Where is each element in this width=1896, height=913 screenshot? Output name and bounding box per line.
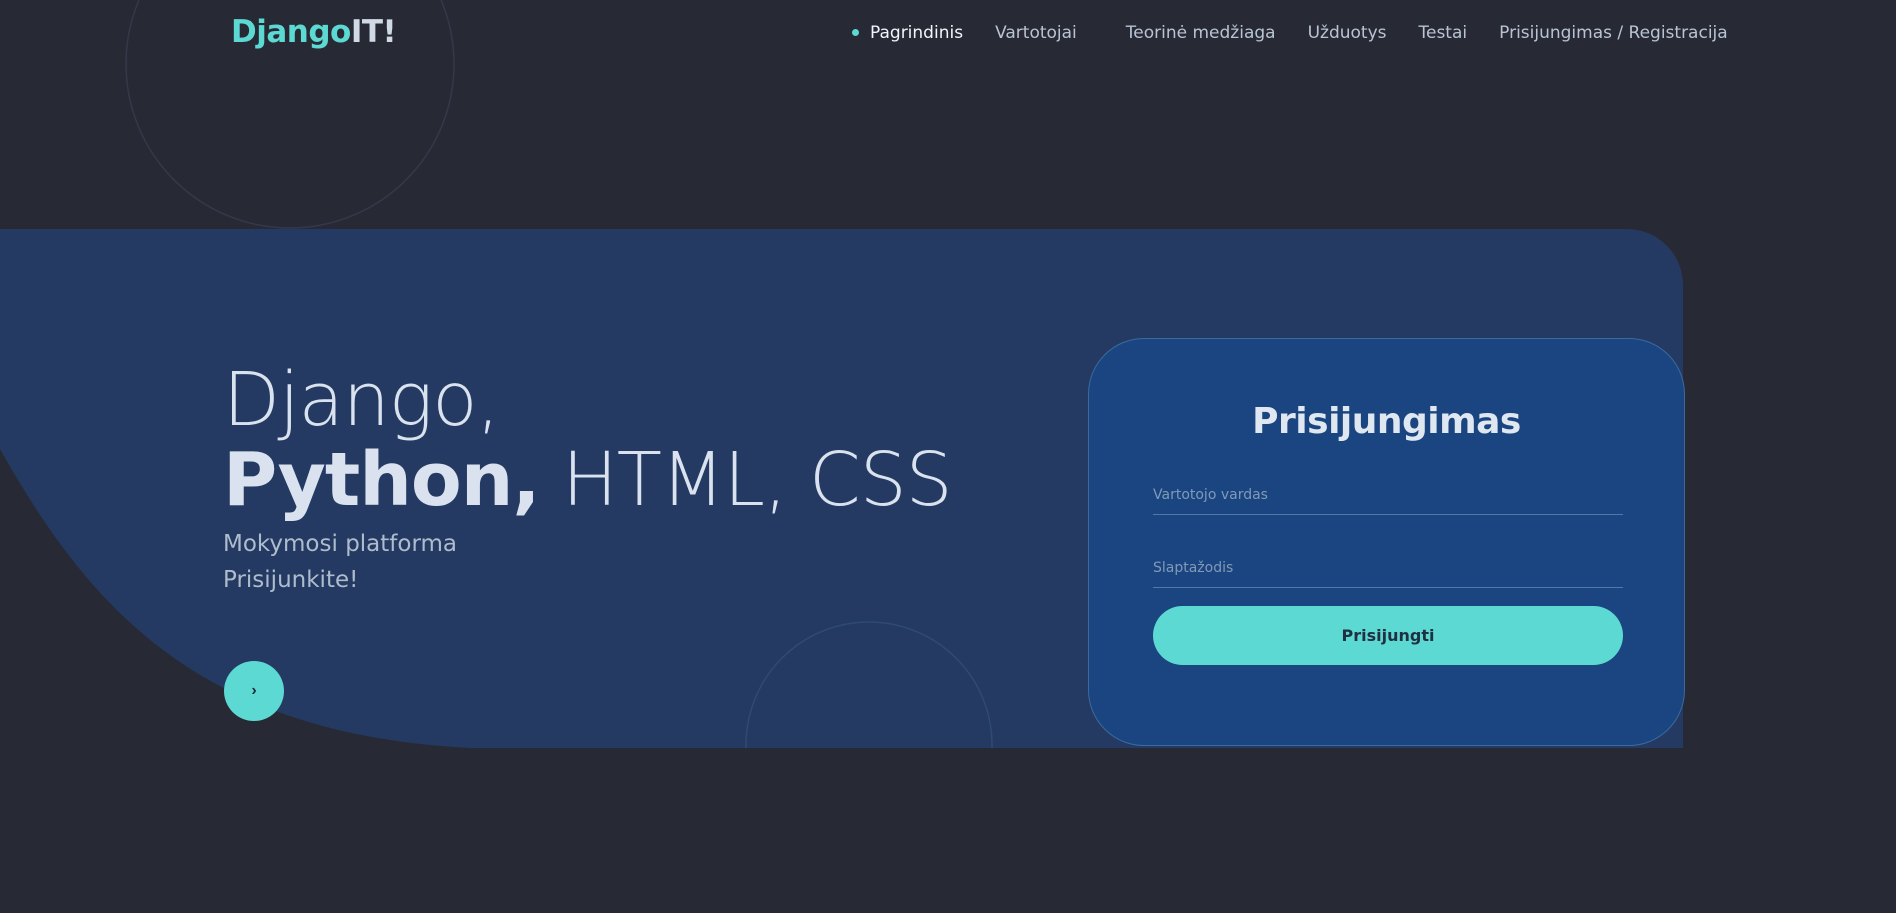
login-submit-button[interactable]: Prisijungti [1153, 606, 1623, 665]
nav-item-vartotojai[interactable]: Vartotojai [995, 23, 1077, 43]
main-nav: Pagrindinis Vartotojai Teorinė medžiaga … [852, 22, 1728, 44]
brand-logo-accent: Django [231, 14, 351, 50]
hero-heading-line2: Python, HTML, CSS [223, 437, 953, 523]
password-input[interactable] [1153, 548, 1623, 588]
nav-item-label: Užduotys [1307, 23, 1387, 43]
username-input[interactable] [1153, 475, 1623, 515]
hero-arrow-button[interactable]: › [224, 661, 284, 721]
hero-heading-light: HTML, CSS [539, 437, 953, 523]
brand-logo-suffix: IT! [350, 14, 397, 50]
brand-logo[interactable]: DjangoIT! [231, 14, 397, 50]
navbar: DjangoIT! Pagrindinis Vartotojai Teorinė… [0, 0, 1896, 66]
hero-heading-bold: Python, [223, 437, 541, 523]
nav-item-label: Vartotojai [995, 23, 1077, 43]
hero-subtitle-line2: Prisijunkite! [223, 567, 359, 593]
nav-item-teorine-medziaga[interactable]: Teorinė medžiaga [1126, 23, 1276, 43]
nav-item-label: Prisijungimas / Registracija [1499, 23, 1728, 43]
hero-text: Django, Python, HTML, CSS Mokymosi platf… [223, 357, 953, 598]
login-card: Prisijungimas Prisijungti [1088, 338, 1685, 746]
login-title: Prisijungimas [1252, 401, 1521, 442]
nav-item-pagrindinis[interactable]: Pagrindinis [852, 23, 963, 43]
active-indicator-dot [852, 28, 859, 36]
nav-item-testai[interactable]: Testai [1419, 23, 1468, 43]
hero-subtitle-line1: Mokymosi platforma [223, 531, 458, 557]
nav-item-uzduotys[interactable]: Užduotys [1308, 23, 1387, 43]
decor-circle-bottom [745, 621, 993, 748]
nav-item-label: Pagrindinis [870, 23, 964, 43]
hero-subtitle: Mokymosi platforma Prisijunkite! [223, 526, 952, 598]
nav-item-label: Teorinė medžiaga [1125, 23, 1276, 43]
chevron-right-icon: › [251, 682, 257, 699]
hero-heading-line1: Django, [223, 357, 500, 443]
nav-item-label: Testai [1418, 23, 1468, 43]
nav-item-prisijungimas-registracija[interactable]: Prisijungimas / Registracija [1499, 23, 1728, 43]
